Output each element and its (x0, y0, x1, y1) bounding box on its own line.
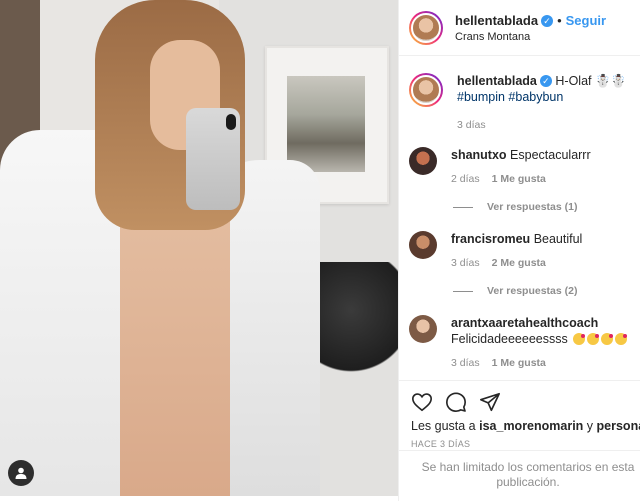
tagged-user-button[interactable] (8, 460, 34, 486)
likes-others-link[interactable]: personas m (597, 419, 640, 433)
comment-likes[interactable]: 1 Me gusta (492, 357, 546, 369)
verified-icon: ✓ (539, 75, 552, 87)
comment-text: Beautiful (533, 232, 583, 246)
follow-button[interactable]: Seguir (566, 13, 606, 28)
caption-time[interactable]: 3 días (457, 119, 486, 131)
comment-avatar[interactable] (409, 231, 437, 259)
comment-time[interactable]: 3 días (451, 257, 480, 269)
likes-user-link[interactable]: isa_morenomarin (479, 419, 583, 433)
location-link[interactable]: Crans Montana (455, 31, 606, 43)
comment-item: shanutxo Espectacularrr 2 días 1 Me gusta (409, 147, 631, 185)
comment-likes[interactable]: 2 Me gusta (492, 257, 546, 269)
view-replies-button[interactable]: Ver respuestas (1) (453, 201, 631, 213)
author-avatar[interactable] (409, 10, 443, 45)
comments-limited-notice: Se han limitado los comentarios en esta … (399, 450, 640, 501)
likes-summary: Les gusta a isa_morenomarin y personas m (411, 419, 640, 433)
comment-username[interactable]: shanutxo (451, 148, 507, 162)
separator-dot: • (557, 12, 562, 28)
view-replies-button[interactable]: Ver respuestas (2) (453, 285, 631, 297)
kiss-emoji-icon (573, 333, 586, 345)
kiss-emoji-icon (601, 333, 614, 345)
heart-icon[interactable] (411, 391, 433, 413)
comment-time[interactable]: 3 días (451, 357, 480, 369)
likes-middle: y (583, 419, 597, 433)
view-replies-label: Ver respuestas (1) (487, 201, 578, 213)
caption-avatar[interactable] (409, 73, 443, 107)
comment-time[interactable]: 2 días (451, 173, 480, 185)
comment-text: Felicidadeeeeeessss (451, 332, 568, 346)
kiss-emoji-icon (615, 333, 628, 345)
caption-text: H-Olaf ☃️☃️ (555, 74, 627, 88)
comment-icon[interactable] (445, 391, 467, 413)
view-replies-label: Ver respuestas (2) (487, 285, 578, 297)
share-icon[interactable] (479, 391, 501, 413)
verified-icon: ✓ (541, 14, 554, 27)
post-photo[interactable] (0, 0, 398, 496)
comment-text: Espectacularrr (510, 148, 591, 162)
comment-username[interactable]: arantxaaretahealthcoach (451, 316, 598, 330)
comment-item: francisromeu Beautiful 3 días 2 Me gusta (409, 231, 631, 269)
post-actions: Les gusta a isa_morenomarin y personas m… (399, 380, 640, 449)
caption-hashtags[interactable]: #bumpin #babybun (457, 90, 563, 104)
caption-username[interactable]: hellentablada (457, 74, 537, 88)
kiss-emoji-icon (587, 333, 600, 345)
comment-username[interactable]: francisromeu (451, 232, 530, 246)
comment-item: arantxaaretahealthcoach Felicidadeeeeees… (409, 315, 631, 369)
likes-prefix: Les gusta a (411, 419, 480, 433)
post-side-panel: hellentablada ✓ • Seguir Crans Montana hell… (398, 0, 640, 501)
person-icon (15, 467, 27, 479)
post-timestamp[interactable]: HACE 3 DÍAS (411, 439, 629, 449)
author-username[interactable]: hellentablada (455, 13, 538, 28)
comment-avatar[interactable] (409, 315, 437, 343)
phone-camera (226, 114, 236, 130)
caption: hellentablada ✓ H-Olaf ☃️☃️ #bumpin #baby… (409, 73, 631, 131)
post-header: hellentablada ✓ • Seguir Crans Montana (399, 0, 640, 56)
comment-likes[interactable]: 1 Me gusta (492, 173, 546, 185)
comment-avatar[interactable] (409, 147, 437, 175)
comments-list[interactable]: hellentablada ✓ H-Olaf ☃️☃️ #bumpin #baby… (399, 57, 640, 380)
